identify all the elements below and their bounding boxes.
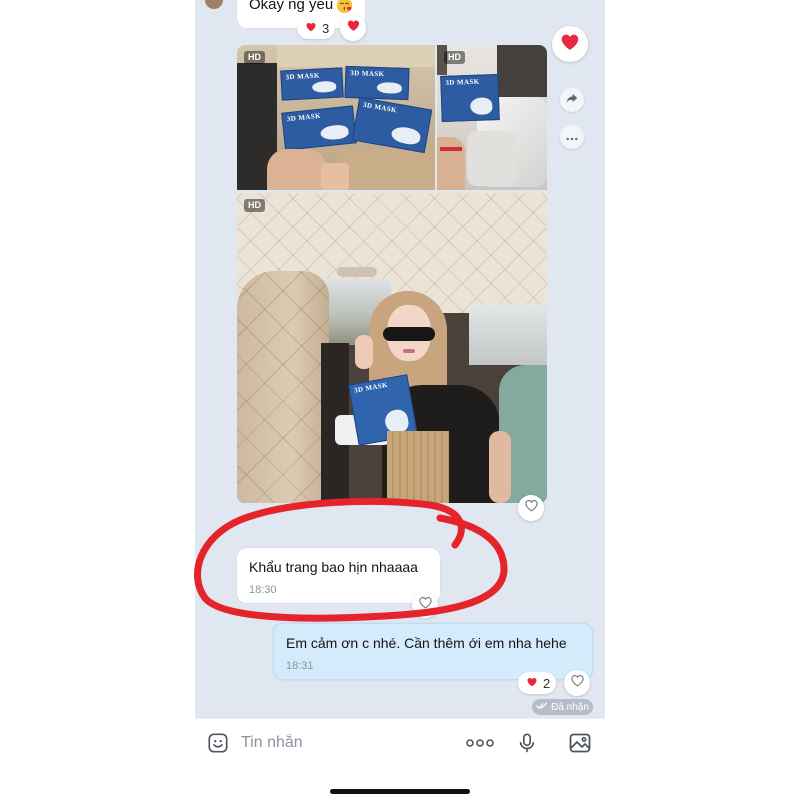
heart-icon [559,31,581,58]
home-indicator [330,789,470,794]
react-button[interactable] [518,495,544,521]
reaction-summary[interactable]: 2 [518,672,556,694]
double-check-icon [536,701,548,713]
plastic-bag [467,131,517,186]
react-button[interactable] [564,670,590,696]
reaction-count: 3 [322,20,330,36]
message-text: Okay ng yeu [249,0,334,13]
hand [267,149,327,190]
mask-box: 3D MASK [344,65,410,101]
reaction-count: 2 [543,675,551,691]
car-window [469,305,547,365]
grab-handle [337,267,377,277]
share-icon [565,91,579,110]
lips [403,349,415,353]
cup [321,163,349,190]
box-label: 3D MASK [285,71,320,82]
raised-hand [355,335,373,369]
hd-badge: HD [244,51,265,64]
avatar[interactable] [205,0,223,9]
box-label: 3D MASK [362,100,398,115]
arm [437,137,465,190]
react-button[interactable] [552,26,588,62]
heart-icon [346,18,361,38]
message-time: 18:30 [249,584,277,596]
mask-box: 3D MASK [351,96,433,154]
box-label: 3D MASK [350,69,385,79]
dark-bag [497,45,547,97]
heart-icon [526,676,538,691]
box-label: 3D MASK [286,111,322,124]
more-options-button[interactable] [560,125,584,149]
message-composer [195,718,605,800]
paper-bag [387,431,449,503]
photo-thumbnail[interactable]: 3D MASK 3D MASK 3D MASK 3D MASK HD [237,45,435,190]
share-button[interactable] [560,88,584,112]
bracelet [440,147,462,151]
message-input[interactable] [241,731,451,755]
heart-outline-icon [524,498,539,518]
sunglasses [383,327,435,341]
box-label: 3D MASK [353,380,389,395]
incoming-message-bubble[interactable]: Khẩu trang bao hịn nhaaaa 18:30 [237,548,440,603]
kiss-emoji-icon [336,0,353,14]
box-label: 3D MASK [445,77,480,87]
react-button[interactable] [340,15,366,41]
passenger-arm [489,431,511,503]
microphone-icon[interactable] [516,731,538,755]
more-icon [566,128,578,146]
message-text: Em cảm ơn c nhé. Cần thêm ới em nha hehe [286,635,567,651]
hd-badge: HD [444,51,465,64]
photo-thumbnail[interactable]: 3D MASK HD [437,45,547,190]
heart-icon [305,21,317,36]
photo-thumbnail[interactable]: 3D MASK HD [237,193,547,503]
message-time: 18:31 [286,660,314,672]
reaction-summary[interactable]: 3 [297,17,335,39]
sticker-icon[interactable] [207,731,229,755]
photo-group: 3D MASK 3D MASK 3D MASK 3D MASK HD 3D MA… [237,45,547,503]
image-icon[interactable] [568,731,592,755]
carton-flap [277,45,435,67]
mask-box: 3D MASK [280,67,344,101]
react-button[interactable] [412,592,438,618]
delivery-status: Đã nhận [532,699,593,715]
chat-screen: Okay ng yeu 3 3D MASK 3D MASK 3D MASK 3D… [195,0,605,800]
more-icon[interactable] [466,731,494,755]
hd-badge: HD [244,199,265,212]
car-seat [237,271,329,503]
delivery-status-text: Đã nhận [551,701,589,713]
mask-box: 3D MASK [440,74,500,122]
mask-box: 3D MASK [281,105,357,151]
carton [337,149,435,190]
message-text: Khẩu trang bao hịn nhaaaa [249,559,418,575]
heart-outline-icon [418,595,433,615]
heart-outline-icon [570,673,585,693]
